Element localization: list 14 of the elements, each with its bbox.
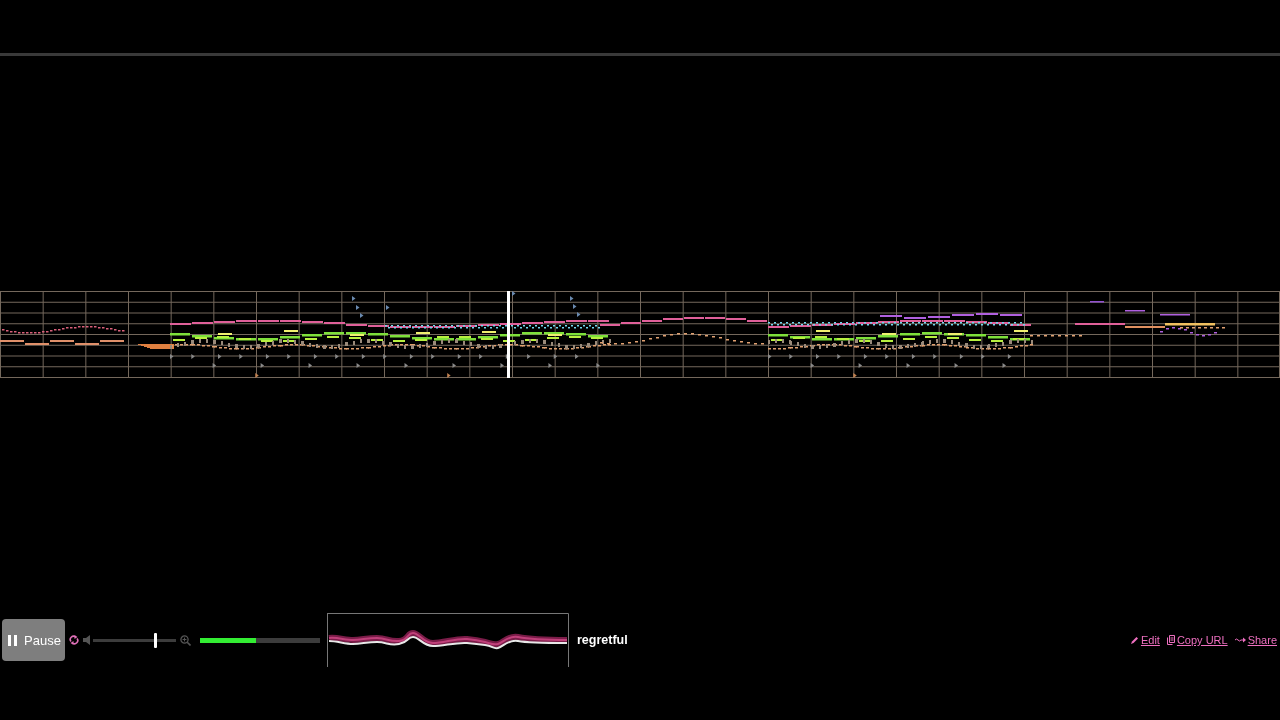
pencil-icon	[1129, 635, 1139, 645]
copy-url-link[interactable]: Copy URL	[1166, 634, 1228, 646]
copy-icon	[1166, 635, 1175, 645]
playback-progress-bar[interactable]	[200, 637, 320, 643]
song-title: regretful	[577, 633, 628, 647]
loop-icon[interactable]	[69, 635, 79, 645]
waveform-preview[interactable]	[327, 613, 569, 667]
share-link[interactable]: Share	[1234, 634, 1277, 646]
pause-button[interactable]: Pause	[2, 619, 65, 661]
wavy-arrow-icon	[1234, 637, 1246, 643]
edit-link[interactable]: Edit	[1129, 634, 1160, 646]
volume-thumb[interactable]	[154, 632, 158, 648]
zoom-in-icon[interactable]	[180, 634, 191, 646]
speaker-icon	[83, 635, 91, 645]
